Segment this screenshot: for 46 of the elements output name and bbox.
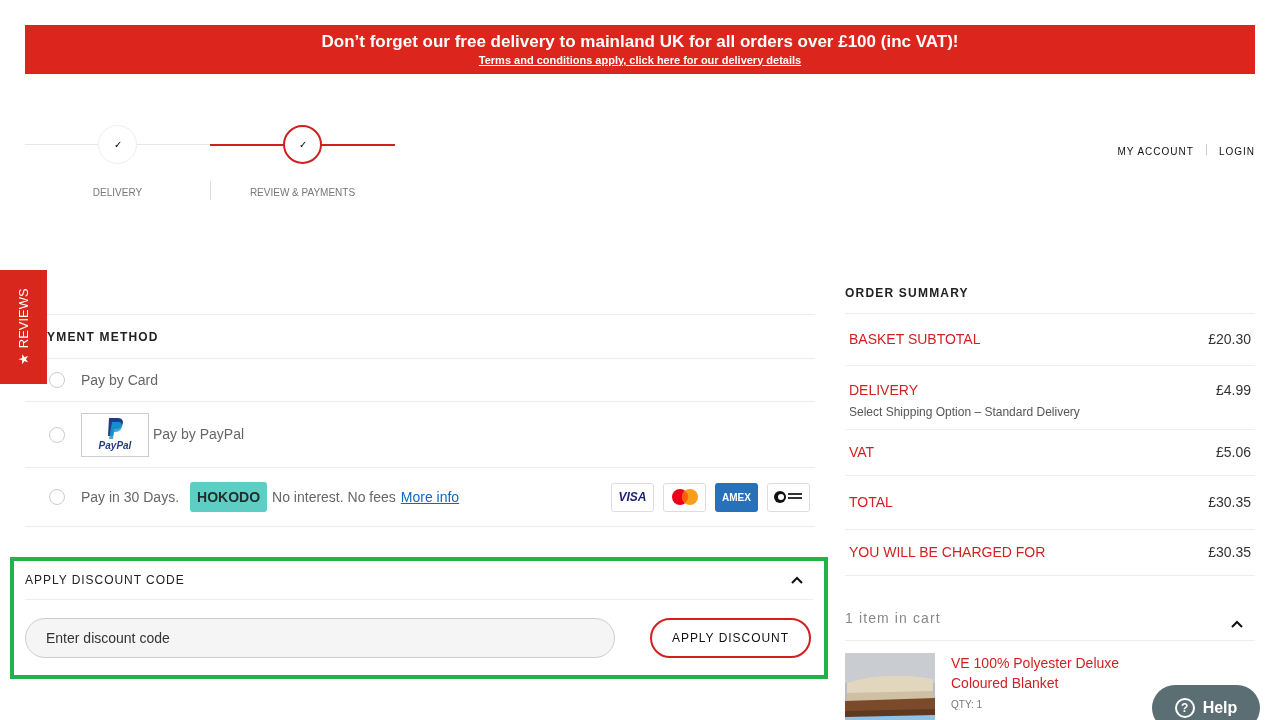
summary-value: £20.30 (1208, 330, 1251, 349)
more-info-link[interactable]: More info (400, 486, 460, 508)
chevron-up-icon[interactable] (1231, 620, 1243, 628)
direct-debit-logo (767, 482, 810, 512)
product-name[interactable]: VE 100% Polyester Deluxe Coloured Blanket (951, 653, 1141, 693)
step-indicator[interactable]: ✓ (98, 125, 137, 164)
summary-label: DELIVERY (849, 381, 919, 400)
step-label: DELIVERY (92, 186, 143, 200)
star-icon: ★ (13, 353, 34, 366)
mastercard-logo (663, 482, 706, 512)
summary-label: BASKET SUBTOTAL (849, 330, 981, 349)
paypal-wordmark: PayPal (98, 439, 132, 452)
amex-logo: AMEX (715, 482, 758, 512)
chevron-up-icon[interactable] (791, 576, 803, 584)
section-title: APPLY DISCOUNT CODE (25, 572, 185, 589)
summary-value: £30.35 (1208, 543, 1251, 562)
step-indicator[interactable]: ✓ (283, 125, 322, 164)
summary-note: Select Shipping Option – Standard Delivery (849, 404, 1080, 421)
account-link[interactable]: MY ACCOUNT (1117, 144, 1194, 159)
help-button[interactable]: ? Help (1152, 685, 1260, 720)
banner-headline: Don’t forget our free delivery to mainland UK for all orders over £100 (inc VAT)! (321, 31, 959, 52)
summary-value: £5.06 (1215, 443, 1251, 462)
summary-label: TOTAL (849, 493, 893, 512)
discount-code-field[interactable]: Enter discount code (25, 617, 615, 658)
section-title: YMENT METHOD (47, 328, 159, 346)
summary-value: £30.35 (1208, 493, 1251, 512)
step-label: REVIEW & PAYMENTS (249, 186, 356, 200)
hokodo-badge: HOKODO (190, 482, 268, 512)
payment-note: No interest. No fees (272, 487, 396, 507)
summary-value: £4.99 (1215, 381, 1251, 400)
summary-label: VAT (849, 443, 875, 462)
payment-option-label: Pay by PayPal (153, 425, 245, 444)
payment-option-label: Pay by Card (81, 370, 159, 390)
payment-option-label: Pay in 30 Days. (81, 487, 180, 507)
reviews-label: REVIEWS (14, 288, 32, 349)
summary-label: YOU WILL BE CHARGED FOR (849, 543, 1046, 562)
account-link[interactable]: LOGIN (1218, 144, 1255, 159)
delivery-details-link[interactable]: Terms and conditions apply, click here for our delivery details (478, 51, 802, 68)
reviews-tab[interactable]: ★ REVIEWS (0, 270, 47, 384)
visa-logo: VISA (611, 482, 654, 512)
cart-count: 1 item in cart (845, 609, 941, 628)
paypal-p-icon (105, 417, 125, 440)
apply-discount-button[interactable]: APPLY DISCOUNT (649, 617, 811, 658)
quantity-label: QTY: 1 (951, 699, 984, 711)
help-icon: ? (1174, 698, 1195, 718)
section-title: ORDER SUMMARY (845, 285, 970, 302)
